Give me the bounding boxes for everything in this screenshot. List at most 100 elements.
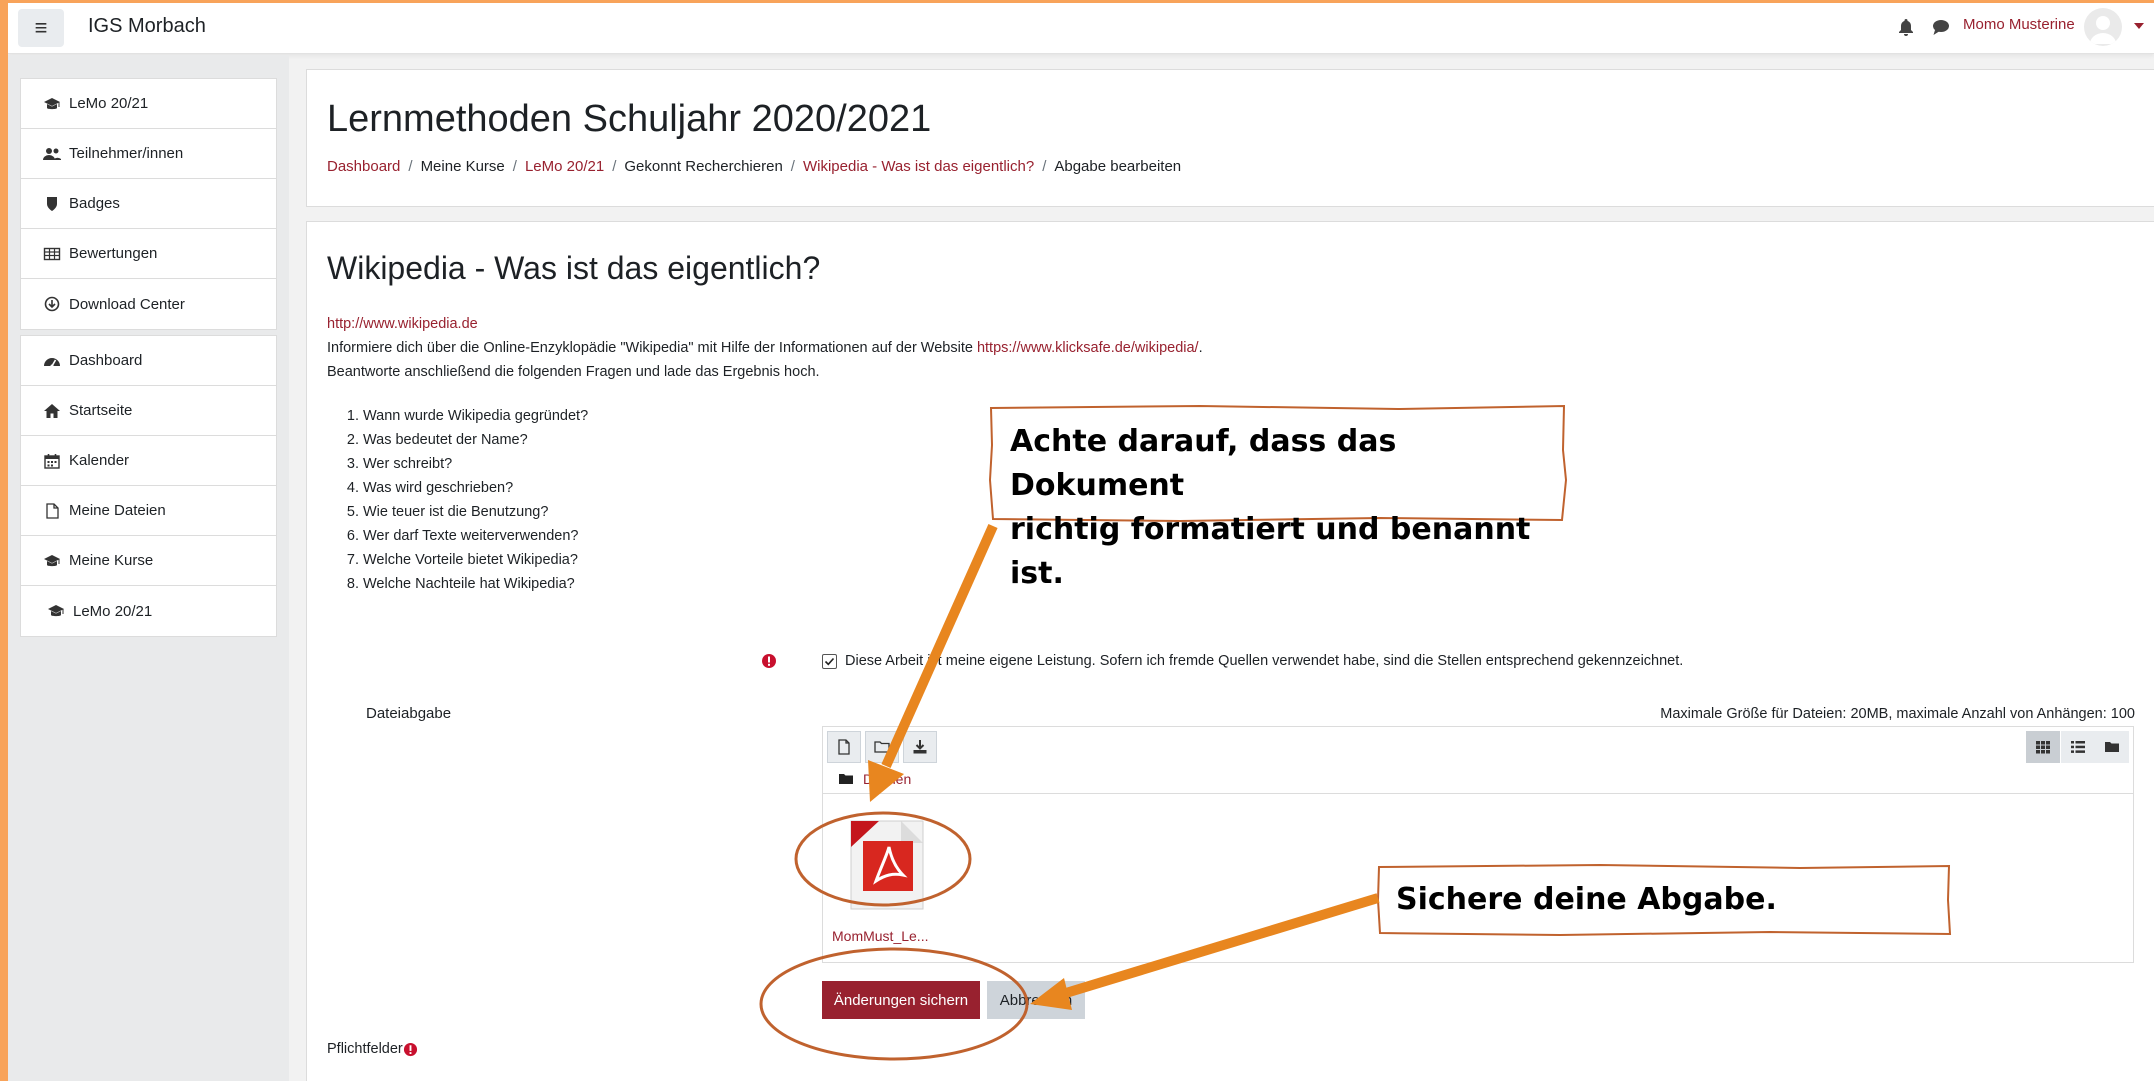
folder-name[interactable]: Dateien	[863, 771, 911, 787]
sidebar-item-my-courses[interactable]: Meine Kurse	[21, 536, 276, 586]
sidebar-item-label: Meine Dateien	[69, 502, 166, 519]
folder-path: Dateien	[839, 771, 911, 787]
question-item: Was bedeutet der Name?	[363, 428, 588, 452]
required-fields-label: Pflichtfelder	[327, 1041, 403, 1057]
question-item: Wer darf Texte weiterverwenden?	[363, 524, 588, 548]
sidebar-item-label: Dashboard	[69, 352, 143, 369]
breadcrumb-item-course[interactable]: LeMo 20/21	[525, 158, 604, 175]
file-manager-toolbar: Dateien	[823, 727, 2133, 794]
sidebar: LeMo 20/21 Teilnehmer/innen Badges Bewer…	[8, 55, 289, 1081]
add-file-button[interactable]	[827, 731, 861, 763]
icon-view-button[interactable]	[2026, 731, 2060, 763]
breadcrumb-item-dashboard[interactable]: Dashboard	[327, 158, 400, 175]
graduation-cap-icon	[44, 554, 60, 566]
required-fields-note: Pflichtfelder	[327, 1041, 418, 1057]
page-title: Lernmethoden Schuljahr 2020/2021	[327, 98, 932, 140]
question-item: Welche Nachteile hat Wikipedia?	[363, 572, 588, 596]
klicksafe-link[interactable]: https://www.klicksafe.de/wikipedia/	[977, 340, 1199, 356]
sidebar-item-download-center[interactable]: Download Center	[21, 279, 276, 329]
sidebar-item-lemo-course[interactable]: LeMo 20/21	[21, 586, 276, 636]
users-icon	[43, 147, 61, 160]
breadcrumb: Dashboard / Meine Kurse / LeMo 20/21 / Gekonnt…	[327, 158, 1181, 175]
user-menu-caret-icon[interactable]	[2134, 23, 2144, 29]
sidebar-item-label: Startseite	[69, 402, 133, 419]
sidebar-item-label: LeMo 20/21	[73, 602, 153, 620]
question-item: Wer schreibt?	[363, 452, 588, 476]
sidebar-item-home[interactable]: Startseite	[21, 386, 276, 436]
breadcrumb-separator: /	[408, 158, 413, 175]
folder-icon	[874, 741, 890, 753]
file-icon	[838, 739, 850, 755]
sidebar-item-lemo[interactable]: LeMo 20/21	[21, 79, 276, 129]
top-navbar: ≡ IGS Morbach Momo Musterine	[8, 3, 2154, 54]
list-icon	[2071, 741, 2085, 753]
intro-instruction: Beantworte anschließend die folgenden Fr…	[327, 364, 820, 380]
activity-intro: http://www.wikipedia.de Informiere dich …	[327, 312, 1203, 384]
sidebar-item-label: Meine Kurse	[69, 552, 154, 569]
file-name[interactable]: MomMust_Le...	[832, 928, 928, 944]
sidebar-item-label: Bewertungen	[69, 245, 158, 262]
sidebar-item-participants[interactable]: Teilnehmer/innen	[21, 129, 276, 179]
table-icon	[43, 247, 61, 260]
bell-icon[interactable]	[1898, 18, 1914, 36]
required-icon	[403, 1042, 417, 1056]
home-icon	[44, 403, 60, 418]
breadcrumb-item-current: Abgabe bearbeiten	[1054, 158, 1182, 175]
callout-line: Achte darauf, dass das Dokument	[1010, 424, 1397, 503]
callout-text-top: Achte darauf, dass das Dokument richtig …	[1010, 420, 1550, 596]
hamburger-icon[interactable]: ≡	[18, 9, 64, 47]
sidebar-item-label: Kalender	[69, 452, 130, 469]
sidebar-item-grades[interactable]: Bewertungen	[21, 229, 276, 279]
sidebar-item-label: LeMo 20/21	[69, 95, 149, 112]
course-nav-block: LeMo 20/21 Teilnehmer/innen Badges Bewer…	[20, 78, 277, 330]
callout-line: richtig formatiert und benannt ist.	[1010, 512, 1531, 591]
sidebar-item-badges[interactable]: Badges	[21, 179, 276, 229]
site-name[interactable]: IGS Morbach	[88, 15, 206, 38]
folder-icon	[839, 774, 853, 784]
user-name[interactable]: Momo Musterine	[1963, 16, 2075, 33]
question-list: Wann wurde Wikipedia gegründet? Was bede…	[339, 404, 588, 596]
sidebar-item-calendar[interactable]: Kalender	[21, 436, 276, 486]
checkmark-icon	[824, 657, 835, 666]
breadcrumb-separator: /	[790, 158, 795, 175]
folder-icon	[2105, 742, 2119, 752]
download-all-button[interactable]	[903, 731, 937, 763]
question-item: Wann wurde Wikipedia gegründet?	[363, 404, 588, 428]
graduation-cap-icon	[44, 97, 60, 109]
breadcrumb-item-section: Gekonnt Recherchieren	[624, 158, 783, 175]
intro-text: Informiere dich über die Online-Enzyklop…	[327, 340, 977, 356]
save-changes-button[interactable]: Änderungen sichern	[822, 981, 980, 1019]
chat-icon[interactable]	[1932, 19, 1950, 36]
create-folder-button[interactable]	[865, 731, 899, 763]
wikipedia-link[interactable]: http://www.wikipedia.de	[327, 316, 478, 332]
tree-view-button[interactable]	[2095, 731, 2129, 763]
cancel-button[interactable]: Abbrechen	[987, 981, 1085, 1019]
breadcrumb-separator: /	[1042, 158, 1047, 175]
graduation-cap-icon	[48, 605, 64, 617]
breadcrumb-item-activity[interactable]: Wikipedia - Was ist das eigentlich?	[803, 158, 1034, 175]
page-header: Lernmethoden Schuljahr 2020/2021 Dashboa…	[306, 69, 2154, 207]
question-item: Was wird geschrieben?	[363, 476, 588, 500]
main-nav-block: Dashboard Startseite Kalender Meine Date…	[20, 335, 277, 637]
sidebar-item-label: Teilnehmer/innen	[69, 145, 184, 162]
pdf-file-icon[interactable]	[843, 817, 927, 913]
activity-title: Wikipedia - Was ist das eigentlich?	[327, 250, 821, 286]
breadcrumb-item-my-courses: Meine Kurse	[420, 158, 505, 175]
main-content: Wikipedia - Was ist das eigentlich? http…	[306, 221, 2154, 1081]
download-icon	[913, 740, 927, 754]
avatar[interactable]	[2084, 8, 2122, 46]
file-limits-text: Maximale Größe für Dateien: 20MB, maxima…	[1660, 706, 2135, 722]
sidebar-item-dashboard[interactable]: Dashboard	[21, 336, 276, 386]
sidebar-item-my-files[interactable]: Meine Dateien	[21, 486, 276, 536]
callout-text-bottom: Sichere deine Abgabe.	[1396, 882, 1777, 917]
calendar-icon	[44, 453, 60, 469]
sidebar-item-label: Download Center	[69, 295, 185, 313]
intro-text-end: .	[1198, 340, 1203, 356]
question-item: Wie teuer ist die Benutzung?	[363, 500, 588, 524]
grid-icon	[2036, 741, 2050, 754]
list-view-button[interactable]	[2061, 731, 2095, 763]
file-submission-label: Dateiabgabe	[366, 705, 452, 722]
declaration-checkbox[interactable]	[822, 654, 837, 669]
breadcrumb-separator: /	[612, 158, 617, 175]
breadcrumb-separator: /	[512, 158, 517, 175]
